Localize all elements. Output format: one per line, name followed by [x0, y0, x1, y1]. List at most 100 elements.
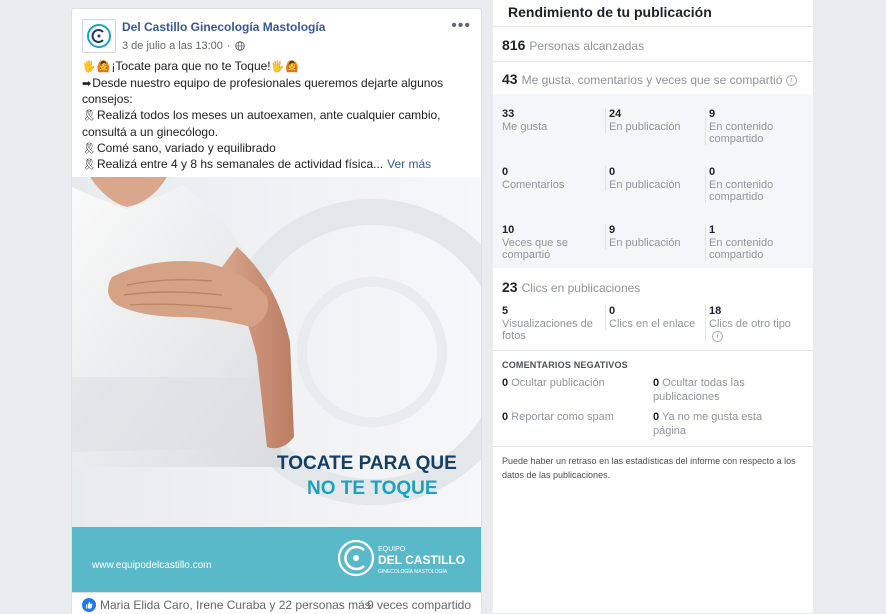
stat-label: En publicación	[609, 179, 681, 191]
stat-cell: 0 En publicación	[605, 166, 704, 191]
stat-label: En publicación	[609, 237, 681, 249]
image-headline-line2: NO TE TOQUE	[307, 478, 438, 499]
negative-feedback-item: 0 Ocultar todas las publicaciones	[653, 376, 793, 404]
negative-feedback-item: 0 Reportar como spam	[502, 410, 642, 424]
negative-feedback-item: 0 Ocultar publicación	[502, 376, 642, 390]
post-text: Realizá todos los meses un autoexamen, a…	[96, 108, 441, 123]
stat-cell: 0 En contenido compartido	[705, 166, 804, 203]
stat-cell: 10 Veces que se compartió	[502, 224, 597, 261]
stat-cell: 9 En contenido compartido	[705, 108, 804, 145]
page-logo-icon	[87, 24, 111, 48]
negative-feedback-label: Ya no me gusta esta página	[653, 411, 763, 437]
click-stat-value: 18	[709, 305, 722, 317]
see-more-link[interactable]: Ver más	[387, 157, 431, 171]
stat-value: 0	[609, 166, 616, 178]
post-header: Del Castillo Ginecología Mastología 3 de…	[82, 17, 471, 59]
negative-feedback-label: Ocultar todas las publicaciones	[653, 377, 745, 403]
stat-value: 9	[709, 108, 716, 120]
reach-row: 816 Personas alcanzadas	[493, 26, 813, 61]
negative-feedback-value: 0	[502, 377, 509, 389]
click-stat-label: Clics de otro tipo	[709, 318, 791, 330]
image-headline-line1: TOCATE PARA QUE	[277, 453, 457, 474]
page-name-link[interactable]: Del Castillo Ginecología Mastología	[122, 20, 325, 34]
negative-feedback-value: 0	[653, 377, 660, 389]
click-stat-value: 5	[502, 305, 509, 317]
post-text: Desde nuestro equipo de profesionales qu…	[92, 75, 444, 90]
stat-value: 9	[609, 224, 616, 236]
post-image[interactable]: TOCATE PARA QUE NO TE TOQUE www.equipode…	[72, 177, 481, 592]
stat-cell: 33 Me gusta	[502, 108, 597, 133]
emoji-icon: 🎗	[82, 159, 96, 172]
clicks-label: Clics en publicaciones	[521, 281, 641, 295]
stat-value: 0	[502, 166, 509, 178]
click-stat-value: 0	[609, 305, 616, 317]
post-text-line: ➡Desde nuestro equipo de profesionales q…	[82, 76, 472, 93]
engagement-value: 43	[502, 71, 518, 87]
emoji-icon: ➡	[82, 77, 92, 90]
stat-value: 33	[502, 108, 515, 120]
insights-panel: Rendimiento de tu publicación 816 Persona…	[493, 0, 813, 613]
post-text: consejos:	[82, 92, 133, 107]
reach-value: 816	[502, 37, 526, 53]
stat-cell: 0 Comentarios	[502, 166, 597, 191]
engagement-row: 43 Me gusta, comentarios y veces que se c…	[493, 61, 813, 94]
emoji-icon: 🙆	[285, 61, 300, 73]
engagement-breakdown: 33 Me gusta 24 En publicación 9 En contenido …	[493, 94, 813, 268]
stat-cell: 24 En publicación	[605, 108, 704, 133]
click-stat-label: Visualizaciones de fotos	[502, 318, 593, 342]
post-image-art: TOCATE PARA QUE NO TE TOQUE www.equipode…	[72, 177, 481, 592]
stat-label: En publicación	[609, 121, 681, 133]
click-stat-cell: 5 Visualizaciones de fotos	[502, 305, 602, 342]
negative-feedback-label: Ocultar publicación	[511, 377, 605, 389]
post-text-line: 🖐🙆¡Tocate para que no te Toque!🖐🙆	[82, 59, 472, 76]
click-stat-label: Clics en el enlace	[609, 318, 696, 330]
stat-label: Me gusta	[502, 121, 548, 133]
click-stat-cell: 0 Clics en el enlace	[605, 305, 699, 330]
reach-label: Personas alcanzadas	[529, 39, 645, 53]
post-date[interactable]: 3 de julio a las 13:00	[122, 40, 223, 52]
stat-value: 1	[709, 224, 716, 236]
post-footer: Maria Elida Caro, Irene Curaba y 22 pers…	[72, 592, 481, 614]
post-text-line: 🎗Realizá entre 4 y 8 hs semanales de act…	[82, 157, 472, 174]
meta-separator: ·	[226, 40, 231, 52]
stat-value: 0	[709, 166, 716, 178]
negative-feedback-value: 0	[653, 411, 660, 423]
globe-icon[interactable]	[234, 41, 245, 51]
post-text: Realizá entre 4 y 8 hs semanales de acti…	[96, 157, 384, 172]
reactions-summary[interactable]: Maria Elida Caro, Irene Curaba y 22 pers…	[82, 598, 371, 612]
post-card: Del Castillo Ginecología Mastología 3 de…	[71, 8, 482, 614]
disclaimer-text: Puede haber un retraso en las estadístic…	[502, 456, 796, 480]
post-text-line: consejos:	[82, 92, 472, 108]
info-icon[interactable]: i	[712, 330, 723, 342]
emoji-icon: 🙆	[96, 61, 111, 73]
panel-title: Rendimiento de tu publicación	[508, 4, 712, 20]
image-logo-line2: DEL CASTILLO	[378, 553, 465, 567]
post-text: ¡Tocate para que no te Toque!	[111, 59, 271, 73]
emoji-icon: 🖐	[82, 61, 96, 73]
post-text-line: consultá a un ginecólogo.	[82, 125, 472, 141]
post-text: Comé sano, variado y equilibrado	[96, 140, 276, 155]
divider	[493, 350, 813, 351]
negative-feedback-label: Reportar como spam	[511, 411, 614, 423]
post-options-button[interactable]: •••	[451, 17, 471, 35]
stat-label: En contenido compartido	[709, 179, 774, 203]
stat-label: Comentarios	[502, 179, 565, 191]
stat-value: 10	[502, 224, 515, 236]
click-stat-cell: 18 Clics de otro tipoi	[705, 305, 799, 342]
emoji-icon: 🎗	[82, 110, 96, 123]
post-text-line: 🎗Realizá todos los meses un autoexamen, …	[82, 108, 472, 125]
stat-cell: 9 En publicación	[605, 224, 704, 249]
reactions-text: Maria Elida Caro, Irene Curaba y 22 pers…	[100, 598, 371, 612]
stat-value: 24	[609, 108, 622, 120]
stat-cell: 1 En contenido compartido	[705, 224, 804, 261]
post-text-line: 🎗Comé sano, variado y equilibrado	[82, 141, 472, 158]
info-icon[interactable]: i	[785, 75, 797, 87]
clicks-breakdown: 5 Visualizaciones de fotos 0 Clics en el en…	[493, 303, 813, 348]
post-text: consultá a un ginecólogo.	[82, 124, 219, 139]
clicks-row: 23 Clics en publicaciones	[493, 269, 813, 301]
page-avatar[interactable]	[82, 19, 116, 53]
shares-link[interactable]: 9 veces compartido	[367, 598, 471, 612]
stat-label: En contenido compartido	[709, 121, 774, 145]
clicks-value: 23	[502, 279, 518, 295]
divider	[493, 446, 813, 447]
